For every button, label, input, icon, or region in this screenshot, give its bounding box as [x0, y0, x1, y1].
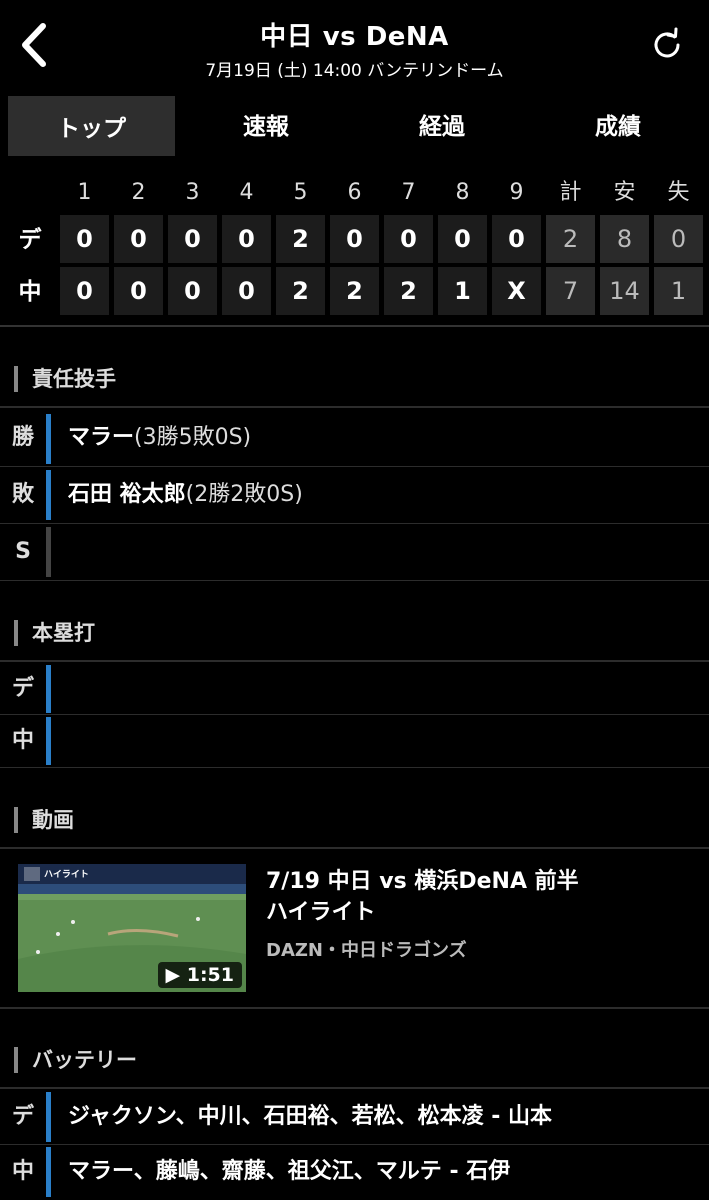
- scoreboard-row-home: 中 0 0 0 0 2 2 2 1 X 7 14 1: [0, 267, 709, 317]
- score-cell: 0: [114, 215, 163, 263]
- score-cell: 0: [384, 215, 433, 263]
- score-cell: 0: [330, 215, 379, 263]
- accent-bar: [46, 665, 51, 713]
- inning-header: 4: [239, 180, 254, 205]
- score-cell: 0: [168, 267, 217, 315]
- video-title-line: ハイライト: [266, 900, 376, 925]
- divider: [0, 406, 709, 408]
- pitcher-record: (3勝5敗0S): [134, 425, 252, 450]
- errors-header: 失: [667, 180, 690, 205]
- inning-header: 3: [185, 180, 200, 205]
- divider: [0, 1007, 709, 1009]
- battery-text: マラー、藤嶋、齋藤、祖父江、マルテ - 石伊: [68, 1159, 511, 1184]
- pitcher-row-win: 勝 マラー(3勝5敗0S): [0, 410, 709, 466]
- tab-bar: トップ 速報 経過 成績: [0, 92, 709, 156]
- team-label: デ: [11, 676, 34, 701]
- page-title: 中日 vs DeNA: [260, 22, 449, 52]
- inning-header: 1: [77, 180, 92, 205]
- pitcher-record: (2勝2敗0S): [185, 482, 303, 507]
- hits-cell: 8: [600, 215, 649, 263]
- thumbnail-caption: ハイライト: [44, 870, 89, 880]
- score-cell: 2: [276, 215, 325, 263]
- divider: [0, 847, 709, 849]
- accent-bar: [46, 1147, 51, 1197]
- hits-header: 安: [613, 180, 636, 205]
- score-cell: 0: [222, 215, 271, 263]
- score-cell: X: [492, 267, 541, 315]
- total-runs-cell: 2: [546, 215, 595, 263]
- accent-bar: [46, 470, 51, 520]
- homerun-row-visitor: デ: [0, 663, 709, 715]
- score-cell: 0: [438, 215, 487, 263]
- accent-bar: [46, 1092, 51, 1142]
- homerun-row-home: 中: [0, 715, 709, 767]
- tab-progress[interactable]: 経過: [357, 92, 527, 156]
- section-title-battery: バッテリー: [14, 1047, 137, 1073]
- section-title-video: 動画: [14, 807, 74, 833]
- score-cell: 0: [114, 267, 163, 315]
- scoreboard-header-row: 1 2 3 4 5 6 7 8 9 計 安 失: [0, 170, 709, 216]
- tab-top[interactable]: トップ: [8, 96, 175, 156]
- refresh-button[interactable]: [649, 27, 685, 63]
- inning-header: 9: [509, 180, 524, 205]
- score-cell: 0: [60, 267, 109, 315]
- battery-row-visitor: デ ジャクソン、中川、石田裕、若松、松本凌 - 山本: [0, 1090, 709, 1144]
- score-cell: 1: [438, 267, 487, 315]
- score-cell: 0: [222, 267, 271, 315]
- total-runs-header: 計: [559, 180, 582, 205]
- section-title-homeruns: 本塁打: [14, 620, 95, 646]
- score-cell: 2: [384, 267, 433, 315]
- pitcher-row-loss: 敗 石田 裕太郎(2勝2敗0S): [0, 467, 709, 523]
- accent-bar: [46, 717, 51, 765]
- total-runs-cell: 7: [546, 267, 595, 315]
- divider: [0, 767, 709, 768]
- team-label: 中: [18, 279, 42, 305]
- divider: [0, 1087, 709, 1089]
- score-cell: 0: [60, 215, 109, 263]
- score-cell: 0: [168, 215, 217, 263]
- inning-header: 2: [131, 180, 146, 205]
- score-cell: 2: [276, 267, 325, 315]
- video-title-link[interactable]: 7/19 中日 vs 横浜DeNA 前半 ハイライト: [266, 866, 686, 928]
- accent-bar: [46, 414, 51, 464]
- tab-stats[interactable]: 成績: [527, 92, 709, 156]
- score-cell: 0: [492, 215, 541, 263]
- section-title-pitchers: 責任投手: [14, 366, 116, 392]
- pitcher-entry[interactable]: 石田 裕太郎(2勝2敗0S): [68, 467, 303, 523]
- pitcher-name[interactable]: 石田 裕太郎: [68, 482, 186, 507]
- team-label: 中: [11, 1159, 34, 1184]
- pitcher-result-label: 敗: [11, 482, 34, 507]
- refresh-icon: [654, 27, 680, 58]
- team-label: 中: [11, 728, 34, 753]
- pitcher-result-label: S: [15, 539, 31, 564]
- game-info: 7月19日 (土) 14:00 バンテリンドーム: [205, 61, 504, 81]
- header: 中日 vs DeNA 7月19日 (土) 14:00 バンテリンドーム: [0, 0, 709, 90]
- errors-cell: 1: [654, 267, 703, 315]
- pitcher-name[interactable]: マラー: [68, 425, 134, 450]
- divider: [0, 325, 709, 327]
- team-label: デ: [18, 227, 42, 253]
- video-thumbnail[interactable]: ハイライト ▶ 1:51: [18, 864, 246, 992]
- accent-bar: [46, 527, 51, 577]
- video-duration: ▶ 1:51: [157, 962, 242, 988]
- errors-cell: 0: [654, 215, 703, 263]
- battery-row-home: 中 マラー、藤嶋、齋藤、祖父江、マルテ - 石伊: [0, 1145, 709, 1199]
- divider: [0, 660, 709, 662]
- battery-text: ジャクソン、中川、石田裕、若松、松本凌 - 山本: [68, 1104, 553, 1129]
- scoreboard-row-visitor: デ 0 0 0 0 2 0 0 0 0 2 8 0: [0, 215, 709, 265]
- score-cell: 2: [330, 267, 379, 315]
- divider: [0, 580, 709, 581]
- pitcher-result-label: 勝: [11, 425, 34, 450]
- hits-cell: 14: [600, 267, 649, 315]
- team-label: デ: [11, 1104, 34, 1129]
- inning-header: 7: [401, 180, 416, 205]
- video-title-line: 7/19 中日 vs 横浜DeNA 前半: [266, 869, 579, 894]
- inning-header: 8: [455, 180, 470, 205]
- pitcher-row-save: S: [0, 524, 709, 580]
- inning-header: 5: [293, 180, 308, 205]
- inning-header: 6: [347, 180, 362, 205]
- tab-live[interactable]: 速報: [175, 92, 357, 156]
- pitcher-entry[interactable]: マラー(3勝5敗0S): [68, 410, 251, 466]
- video-source: DAZN・中日ドラゴンズ: [266, 940, 467, 961]
